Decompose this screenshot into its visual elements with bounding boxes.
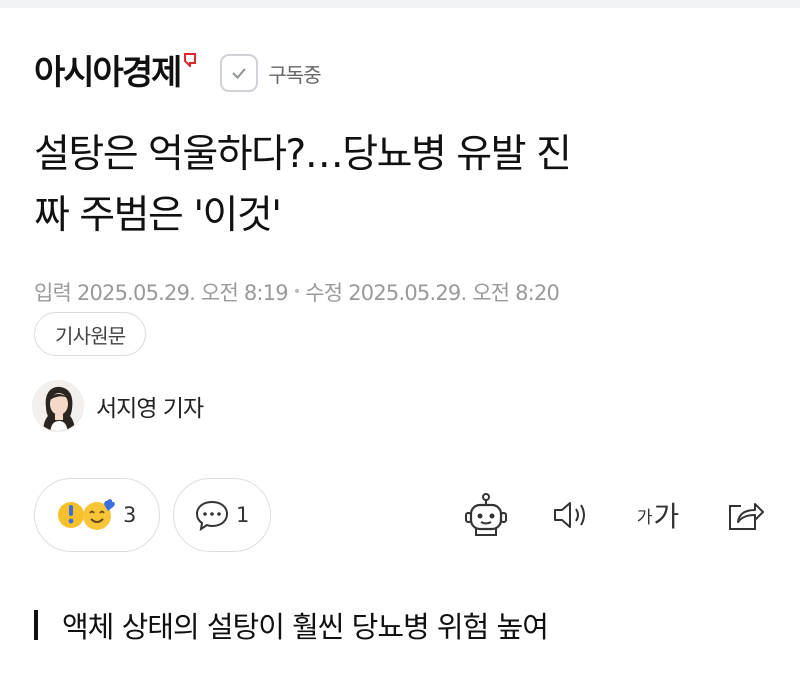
- press-logo[interactable]: 아시아경제: [34, 51, 197, 95]
- subheading-text: 액체 상태의 설탕이 훨씬 당뇨병 위험 높여: [62, 610, 549, 644]
- original-article-button[interactable]: 기사원문: [34, 312, 147, 356]
- reaction-count: 3: [123, 503, 137, 527]
- font-size-small-glyph: 가: [636, 507, 653, 528]
- article-dates: 입력 2025.05.29. 오전 8:19 • 수정 2025.05.29. …: [34, 277, 560, 307]
- font-size-button[interactable]: 가가: [630, 487, 686, 543]
- top-divider: [0, 0, 800, 8]
- press-logo-mark-icon: [184, 53, 197, 67]
- share-button[interactable]: [720, 487, 770, 543]
- comment-button[interactable]: 1: [173, 478, 271, 552]
- reporter-name: 서지영 기자: [96, 396, 204, 422]
- input-date: 2025.05.29. 오전 8:19: [76, 281, 289, 305]
- subscribe-button[interactable]: 구독중: [220, 54, 322, 92]
- press-header: 아시아경제 구독중: [34, 47, 322, 99]
- check-icon: [220, 54, 259, 92]
- input-label: 입력: [34, 281, 72, 305]
- speaker-icon: [554, 502, 585, 528]
- article-subheading: 액체 상태의 설탕이 훨씬 당뇨병 위험 높여: [34, 604, 549, 646]
- reporter-avatar: [32, 380, 84, 432]
- reaction-button[interactable]: 3: [34, 478, 160, 552]
- reporter-profile[interactable]: 서지영 기자: [32, 380, 204, 432]
- comment-icon: [195, 500, 229, 532]
- press-name: 아시아경제: [34, 53, 182, 93]
- separator-dot: •: [292, 284, 301, 300]
- comment-count: 1: [236, 503, 250, 527]
- modified-date: 2025.05.29. 오전 8:20: [348, 281, 560, 305]
- reaction-emoji-icon: [58, 499, 115, 530]
- ai-summary-button[interactable]: [460, 487, 512, 543]
- headline-line-2: 짜 주범은 '이것': [34, 193, 282, 238]
- subscribe-label: 구독중: [268, 62, 321, 87]
- modified-label: 수정: [305, 281, 343, 305]
- article-headline: 설탕은 억울하다?…당뇨병 유발 진 짜 주범은 '이것': [34, 124, 774, 246]
- share-icon: [729, 503, 764, 530]
- font-size-large-glyph: 가: [653, 500, 680, 533]
- headline-line-1: 설탕은 억울하다?…당뇨병 유발 진: [34, 132, 572, 177]
- robot-summary-icon: [465, 493, 507, 536]
- read-aloud-button[interactable]: [546, 487, 596, 543]
- subheading-bar: [34, 610, 38, 640]
